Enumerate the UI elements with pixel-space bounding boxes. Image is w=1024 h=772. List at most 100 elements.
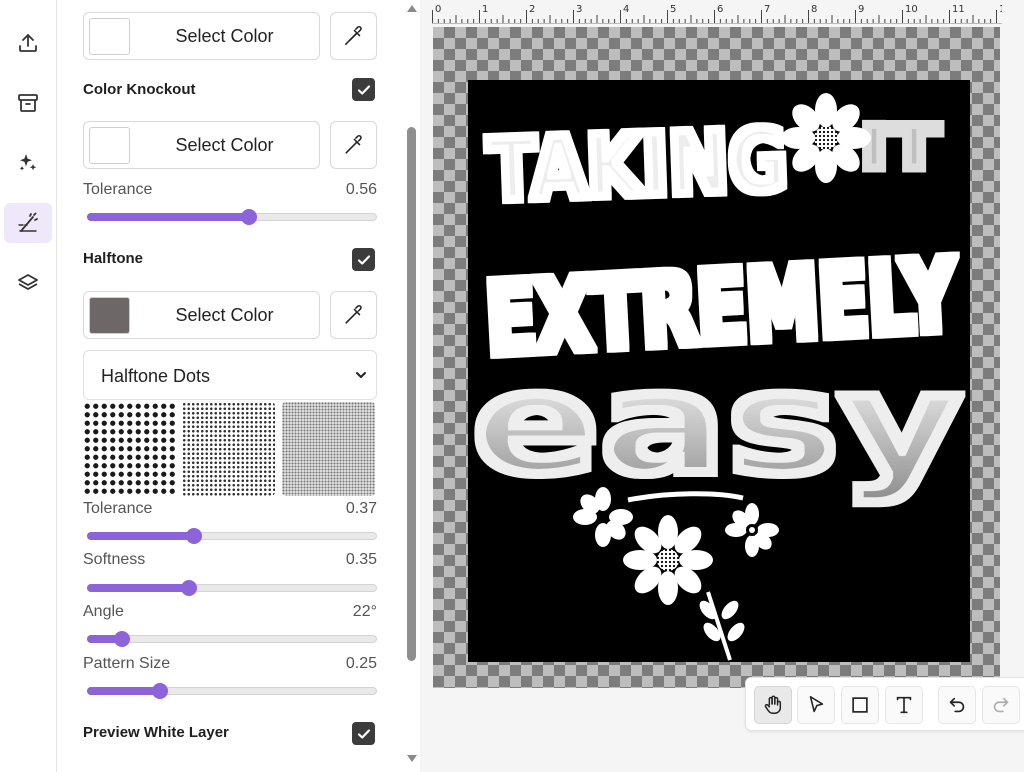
eyedropper-icon [344,135,362,154]
tolerance-value: 0.37 [345,500,377,517]
eyedropper-icon [344,305,362,324]
image-tools-button[interactable] [4,203,52,243]
pattern-size-value: 0.25 [345,655,377,672]
scroll-down-arrow[interactable] [407,755,417,762]
tolerance-label: Tolerance [83,500,153,517]
ruler-label: 6 [717,4,723,15]
eyedropper-button[interactable] [330,121,377,169]
ruler-label: 7 [764,4,770,15]
artwork-line-taking: TAKING [486,111,789,221]
eyedropper-button[interactable] [330,12,377,60]
ruler-label: 8 [811,4,817,15]
design-artwork[interactable]: TAKING IT EXTREMELY easy [468,80,970,662]
effects-button[interactable] [4,143,52,183]
eyedropper-icon [344,26,362,46]
undo-button[interactable] [938,686,976,724]
angle-slider[interactable] [87,629,377,649]
hand-icon [764,695,782,714]
tolerance-value: 0.56 [345,181,377,198]
checkmark-icon [357,84,370,95]
preview-white-layer-checkbox[interactable] [352,722,375,745]
halftone-color-row: Select Color [83,291,377,339]
color-swatch [89,18,130,55]
color-swatch [89,297,130,334]
select-tool-button[interactable] [797,686,835,724]
angle-value: 22° [352,603,377,620]
undo-icon [949,697,965,713]
upload-icon [19,34,37,52]
softness-label: Softness [83,551,146,568]
ruler-label: 10 [905,4,918,15]
halftone-checkbox[interactable] [352,248,375,271]
pattern-size-label: Pattern Size [83,655,171,672]
halftone-tolerance-slider[interactable] [87,526,377,546]
artboard[interactable]: TAKING IT EXTREMELY easy [433,27,1000,688]
pattern-coarse-dots[interactable] [83,402,176,496]
ruler-label: 4 [623,4,629,15]
pattern-very-fine-dots[interactable] [282,402,375,496]
rectangle-icon [852,697,868,713]
slider-thumb[interactable] [180,580,197,596]
magic-wand-icon [18,212,38,232]
layers-icon [18,274,38,290]
layers-button[interactable] [4,263,52,303]
scroll-up-arrow[interactable] [407,5,417,12]
archive-icon [18,94,38,112]
halftone-pattern-grid [83,402,377,496]
ruler-label: 2 [529,4,535,15]
ruler-label: 5 [670,4,676,15]
checkmark-icon [357,254,370,265]
select-color-button[interactable]: Select Color [83,12,320,60]
top-color-row: Select Color [83,12,377,60]
angle-label: Angle [83,603,124,620]
settings-panel: Select Color Color Knockout Select Color… [57,0,403,772]
artwork-graphic: TAKING IT EXTREMELY easy [468,80,970,662]
hand-tool-button[interactable] [754,686,792,724]
scrollbar-thumb[interactable] [407,127,416,661]
archive-button[interactable] [4,83,52,123]
slider-thumb[interactable] [151,683,168,699]
checkmark-icon [357,728,370,739]
knockout-color-row: Select Color [83,121,377,169]
artwork-line-it: IT [860,113,940,183]
ruler-label: 3 [576,4,582,15]
pattern-fine-dots[interactable] [182,402,275,496]
halftone-pattern-select[interactable]: Halftone Dots [83,350,377,400]
select-color-label: Select Color [175,305,274,325]
halftone-title: Halftone [83,250,143,267]
ruler-label: 0 [435,4,441,15]
color-knockout-checkbox[interactable] [352,78,375,101]
eyedropper-button[interactable] [330,291,377,339]
slider-thumb[interactable] [241,209,258,225]
redo-icon [993,697,1009,713]
select-color-button[interactable]: Select Color [83,121,320,169]
text-tool-button[interactable] [885,686,923,724]
rectangle-tool-button[interactable] [841,686,879,724]
panel-scrollbar[interactable] [403,0,420,772]
artwork-line-easy: easy [472,343,962,506]
sidebar-rail [0,0,57,772]
ruler-label: 1 [482,4,488,15]
tolerance-label: Tolerance [83,181,153,198]
color-knockout-title: Color Knockout [83,81,196,98]
ruler-label: 9 [858,4,864,15]
sparkles-icon [19,154,37,171]
halftone-pattern-value: Halftone Dots [101,366,211,386]
slider-thumb[interactable] [113,631,130,647]
pattern-size-slider[interactable] [87,681,377,701]
redo-button[interactable] [982,686,1020,724]
canvas-toolbar [745,677,1024,731]
knockout-tolerance-slider[interactable] [87,207,377,227]
softness-value: 0.35 [345,551,377,568]
canvas-area[interactable]: 0123456789101112 [420,0,1024,772]
select-color-label: Select Color [175,135,274,155]
pointer-icon [809,695,824,713]
softness-slider[interactable] [87,578,377,598]
select-color-label: Select Color [175,26,274,46]
preview-white-layer-title: Preview White Layer [83,724,229,741]
color-swatch [89,127,130,164]
upload-button[interactable] [4,23,52,63]
ruler-label: 12 [999,4,1002,15]
select-color-button[interactable]: Select Color [83,291,320,339]
slider-thumb[interactable] [186,528,203,544]
